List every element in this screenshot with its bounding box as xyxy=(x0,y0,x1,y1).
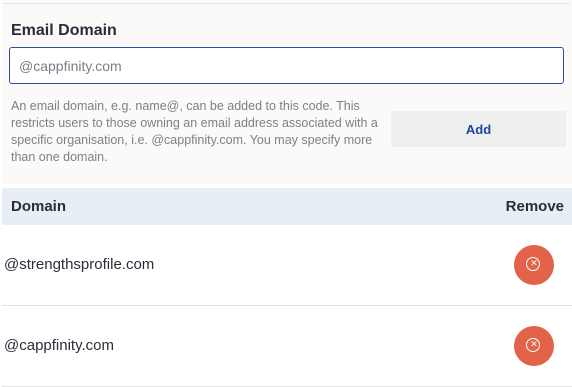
email-domain-help-text: An email domain, e.g. name@, can be adde… xyxy=(11,99,378,164)
domain-value: @strengthsprofile.com xyxy=(4,256,155,273)
remove-domain-button[interactable]: ✕ xyxy=(514,245,554,285)
row-divider xyxy=(2,305,572,306)
domain-table-header: Domain Remove xyxy=(2,188,572,225)
remove-domain-button[interactable]: ✕ xyxy=(514,326,554,366)
table-row: @strengthsprofile.com ✕ xyxy=(2,226,572,306)
table-row: @cappfinity.com ✕ xyxy=(2,307,572,387)
close-circle-icon: ✕ xyxy=(526,257,540,271)
column-header-remove: Remove xyxy=(505,198,564,215)
domain-value: @cappfinity.com xyxy=(4,337,114,354)
email-domain-page: Email Domain An email domain, e.g. name@… xyxy=(0,0,572,387)
add-domain-button[interactable]: Add xyxy=(391,111,566,147)
close-circle-icon: ✕ xyxy=(526,338,540,352)
email-domain-title: Email Domain xyxy=(11,22,117,39)
column-header-domain: Domain xyxy=(11,198,67,215)
email-domain-input[interactable] xyxy=(9,47,564,84)
divider xyxy=(2,3,570,4)
close-icon: ✕ xyxy=(530,259,538,269)
close-icon: ✕ xyxy=(530,340,538,350)
